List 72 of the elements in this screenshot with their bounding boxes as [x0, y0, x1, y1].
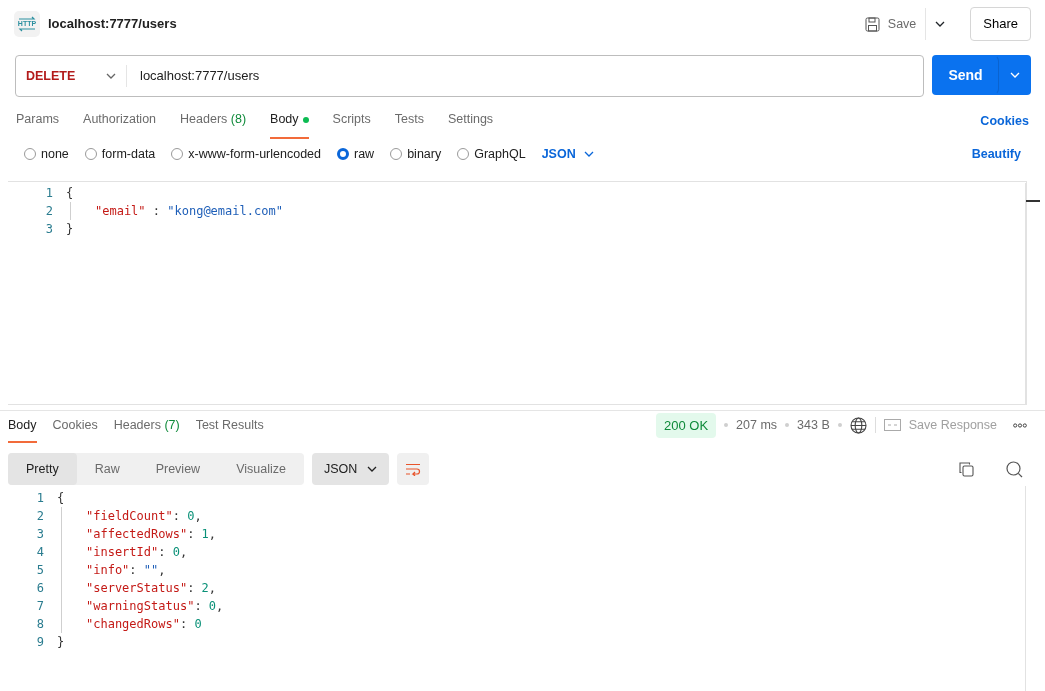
- code-line: {: [65, 185, 74, 202]
- body-mode-radio[interactable]: GraphQL: [457, 144, 526, 164]
- caret-icon: [1010, 72, 1020, 78]
- code-line: "warningStatus": 0,: [44, 597, 224, 615]
- code-line: "insertId": 0,: [44, 543, 188, 561]
- example-icon: [883, 419, 901, 432]
- response-tab[interactable]: Headers (7): [113, 410, 180, 443]
- line-number: 3: [35, 526, 44, 543]
- request-tab[interactable]: Settings: [447, 100, 494, 139]
- code-line: {: [56, 490, 65, 507]
- response-tab[interactable]: Body: [8, 410, 37, 443]
- share-button[interactable]: Share: [970, 7, 1031, 41]
- body-mode-radio[interactable]: raw: [337, 144, 375, 164]
- code-line: }: [56, 634, 65, 651]
- request-tab[interactable]: Authorization: [83, 100, 157, 139]
- caret-icon: [106, 73, 116, 79]
- scroll-marker: [1026, 200, 1040, 202]
- save-button[interactable]: Save: [863, 13, 918, 35]
- cookies-link[interactable]: Cookies: [980, 112, 1029, 139]
- wrap-lines-button[interactable]: [397, 453, 430, 485]
- request-tab[interactable]: Body: [270, 100, 309, 139]
- code-line: "changedRows": 0: [44, 615, 202, 633]
- body-mode-radio[interactable]: x-www-form-urlencoded: [171, 144, 321, 164]
- line-number: 8: [35, 616, 44, 633]
- response-size: 343 B: [797, 416, 830, 434]
- url-field[interactable]: localhost:7777/users: [127, 66, 260, 86]
- line-number: 5: [35, 562, 44, 579]
- view-mode-tab[interactable]: Visualize: [218, 453, 304, 485]
- response-tab[interactable]: Cookies: [52, 410, 98, 443]
- line-number: 9: [35, 634, 44, 651]
- code-line: "info": "",: [44, 561, 166, 579]
- line-number: 2: [44, 203, 53, 220]
- line-number: 6: [35, 580, 44, 597]
- code-line: "affectedRows": 1,: [44, 525, 217, 543]
- request-tab[interactable]: Tests: [394, 100, 424, 139]
- view-mode-tab[interactable]: Preview: [137, 453, 219, 485]
- line-number: 2: [35, 508, 44, 525]
- method-dropdown[interactable]: DELETE: [16, 65, 127, 87]
- request-tab[interactable]: Scripts: [332, 100, 371, 139]
- line-number: 1: [35, 490, 44, 507]
- request-tab[interactable]: Params: [16, 100, 60, 139]
- code-line: "fieldCount": 0,: [44, 507, 202, 525]
- status-badge: 200 OK: [655, 412, 717, 438]
- code-line: }: [65, 221, 74, 238]
- beautify-link[interactable]: Beautify: [971, 144, 1021, 164]
- body-mode-radio[interactable]: form-data: [84, 144, 156, 164]
- caret-icon: [583, 151, 594, 157]
- save-dropdown-button[interactable]: [934, 20, 947, 28]
- caret-icon: [935, 21, 946, 27]
- response-tab[interactable]: Test Results: [195, 410, 264, 443]
- caret-icon: [367, 466, 378, 472]
- request-tab[interactable]: Headers (8): [180, 100, 247, 139]
- more-icon[interactable]: [1013, 422, 1027, 428]
- line-number: 4: [35, 544, 44, 561]
- code-line: "serverStatus": 2,: [44, 579, 217, 597]
- response-time: 207 ms: [736, 416, 778, 434]
- save-icon: [864, 16, 880, 32]
- view-mode-tab[interactable]: Raw: [76, 453, 138, 485]
- line-number: 1: [44, 185, 53, 202]
- wrap-lines-icon: [405, 462, 422, 476]
- copy-icon[interactable]: [959, 461, 974, 477]
- response-format-dropdown[interactable]: JSON: [311, 453, 390, 485]
- body-mode-radio[interactable]: none: [24, 144, 69, 164]
- view-mode-tab[interactable]: Pretty: [8, 453, 77, 485]
- line-number: 3: [44, 221, 53, 238]
- globe-icon[interactable]: [849, 416, 867, 434]
- code-line: "email" : "kong@email.com": [53, 202, 283, 220]
- tab-title: localhost:7777/users: [48, 15, 177, 34]
- format-dropdown[interactable]: JSON: [541, 144, 594, 164]
- search-icon[interactable]: [1006, 460, 1023, 478]
- body-mode-radio[interactable]: binary: [390, 144, 442, 164]
- line-number: 7: [35, 598, 44, 615]
